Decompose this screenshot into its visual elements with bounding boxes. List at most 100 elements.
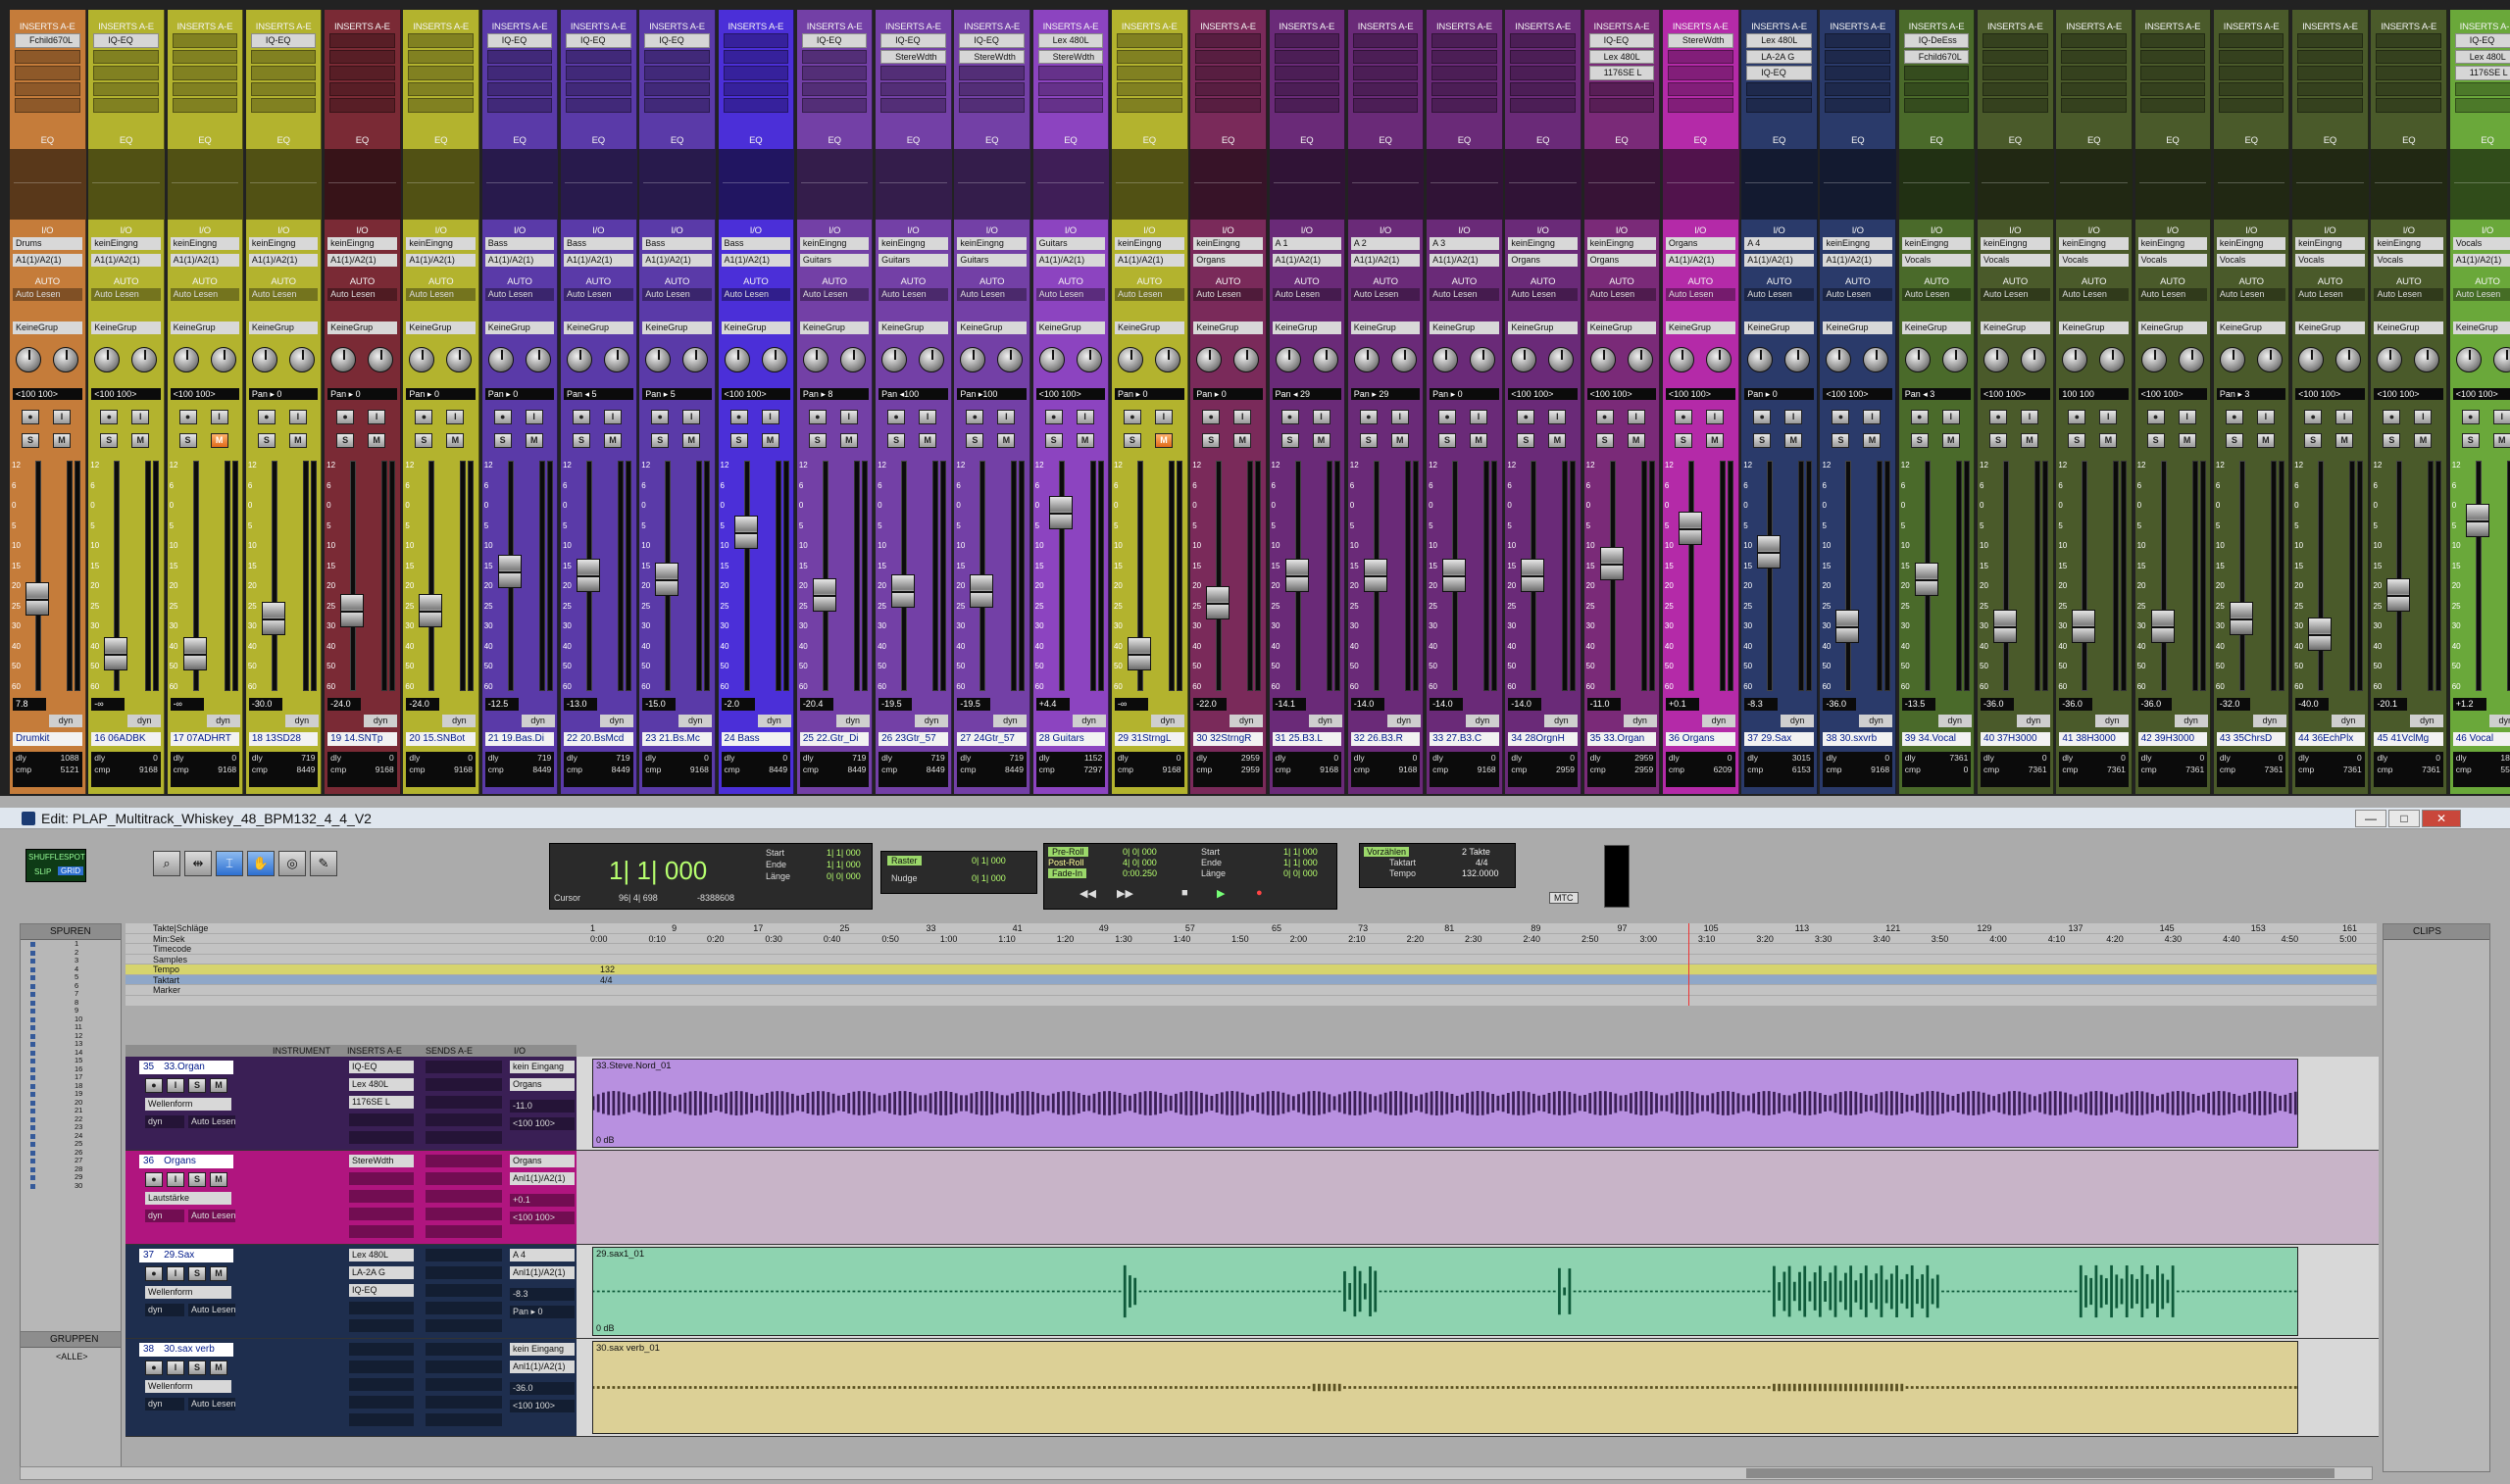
eq-curve-display[interactable] bbox=[88, 149, 164, 220]
track-list-item[interactable]: 1 bbox=[21, 939, 121, 949]
automation-mode-selector[interactable]: Auto Lesen bbox=[1981, 288, 2050, 301]
output-selector[interactable]: Guitars bbox=[957, 254, 1027, 267]
grabber-tool-icon[interactable]: ✋ bbox=[247, 851, 275, 876]
volume-fader[interactable] bbox=[2308, 618, 2333, 651]
eq-curve-display[interactable] bbox=[639, 149, 715, 220]
send-slot[interactable] bbox=[426, 1343, 502, 1356]
insert-slot[interactable] bbox=[250, 98, 317, 113]
insert-slot[interactable] bbox=[349, 1343, 414, 1356]
pan-knob-right[interactable] bbox=[1312, 347, 1338, 372]
input-button[interactable]: I bbox=[1941, 410, 1960, 424]
volume-readout[interactable]: -36.0 bbox=[1823, 698, 1857, 711]
eq-curve-display[interactable] bbox=[481, 149, 558, 220]
record-button[interactable]: ● bbox=[1123, 410, 1141, 424]
volume-fader[interactable] bbox=[104, 637, 128, 670]
postroll-value[interactable]: 4| 0| 000 bbox=[1123, 858, 1157, 867]
volume-readout[interactable]: -36.0 bbox=[2137, 698, 2172, 711]
volume-fader[interactable] bbox=[2072, 610, 2096, 643]
eq-curve-display[interactable] bbox=[1978, 149, 2053, 220]
volume-readout[interactable]: -13.5 bbox=[1901, 698, 1935, 711]
record-button[interactable]: ● bbox=[1517, 410, 1535, 424]
volume-fader[interactable] bbox=[1206, 586, 1230, 619]
audio-clip[interactable]: 33.Steve.Nord_01 0 dB bbox=[592, 1059, 2298, 1148]
automation-mode-selector[interactable]: Auto Lesen bbox=[2374, 288, 2444, 301]
solo-button[interactable]: S bbox=[1517, 433, 1535, 448]
pan-knob-left[interactable] bbox=[2219, 347, 2245, 372]
track-name[interactable]: 16 06ADBK bbox=[91, 732, 161, 746]
dyn-button[interactable]: dyn bbox=[1859, 715, 1893, 727]
pan-knob-right[interactable] bbox=[446, 347, 473, 372]
volume-fader[interactable] bbox=[261, 602, 285, 635]
input-selector[interactable]: A 4 bbox=[510, 1249, 575, 1261]
spot-mode[interactable]: SPOT bbox=[64, 853, 85, 862]
volume-fader[interactable] bbox=[970, 574, 994, 608]
insert-slot[interactable] bbox=[329, 98, 395, 113]
input-selector[interactable]: keinEingng bbox=[91, 237, 161, 250]
volume-fader[interactable] bbox=[1127, 637, 1151, 670]
shuffle-mode[interactable]: SHUFFLE bbox=[28, 853, 64, 862]
output-selector[interactable]: A1(1)/A2(1) bbox=[1035, 254, 1106, 267]
insert-slot[interactable]: IQ-EQ bbox=[644, 33, 710, 48]
insert-slot[interactable] bbox=[565, 81, 631, 96]
insert-slot[interactable] bbox=[15, 98, 80, 113]
eq-curve-display[interactable] bbox=[2213, 149, 2289, 220]
pan-knob-right[interactable] bbox=[603, 347, 629, 372]
dyn-button[interactable]: dyn bbox=[206, 715, 240, 727]
insert-slot[interactable] bbox=[565, 49, 631, 64]
output-selector[interactable]: Organs bbox=[1586, 254, 1657, 267]
track-name[interactable]: 28 Guitars bbox=[1035, 732, 1106, 746]
dyn-button[interactable]: dyn bbox=[364, 715, 398, 727]
pan-knob-left[interactable] bbox=[1826, 347, 1852, 372]
input-button[interactable]: I bbox=[167, 1172, 184, 1187]
track-list-item[interactable]: 5 bbox=[21, 972, 121, 982]
meter-value[interactable]: 4/4 bbox=[1476, 858, 1488, 867]
group-selector[interactable]: KeineGrup bbox=[1823, 322, 1893, 334]
insert-slot[interactable] bbox=[2218, 66, 2284, 80]
input-button[interactable]: I bbox=[682, 410, 701, 424]
track-list-item[interactable]: 24 bbox=[21, 1131, 121, 1141]
solo-button[interactable]: S bbox=[1595, 433, 1614, 448]
insert-slot[interactable] bbox=[329, 49, 395, 64]
track-list-item[interactable]: 9 bbox=[21, 1006, 121, 1015]
insert-slot[interactable] bbox=[1116, 81, 1182, 96]
insert-slot[interactable] bbox=[1274, 81, 1340, 96]
insert-slot[interactable] bbox=[93, 81, 159, 96]
pan-knob-left[interactable] bbox=[1589, 347, 1616, 372]
grid-mode[interactable]: GRID bbox=[58, 866, 83, 875]
track-list-item[interactable]: 14 bbox=[21, 1048, 121, 1058]
insert-slot[interactable] bbox=[880, 66, 946, 80]
eq-curve-display[interactable] bbox=[954, 149, 1029, 220]
volume-fader[interactable] bbox=[812, 578, 836, 612]
track-list-item[interactable]: 11 bbox=[21, 1022, 121, 1032]
automation-mode[interactable]: Auto Lesen bbox=[188, 1304, 235, 1316]
volume-readout[interactable]: -36.0 bbox=[2059, 698, 2093, 711]
volume-readout[interactable]: -14.0 bbox=[1350, 698, 1384, 711]
record-button[interactable]: ● bbox=[1910, 410, 1929, 424]
pan-knob-left[interactable] bbox=[1511, 347, 1537, 372]
automation-mode-selector[interactable]: Auto Lesen bbox=[91, 288, 161, 301]
dyn-button[interactable]: dyn bbox=[2410, 715, 2444, 727]
insert-slot[interactable] bbox=[486, 49, 553, 64]
volume-readout[interactable]: -19.5 bbox=[878, 698, 913, 711]
group-selector[interactable]: KeineGrup bbox=[563, 322, 633, 334]
insert-slot[interactable] bbox=[1667, 81, 1733, 96]
mute-button[interactable]: M bbox=[682, 433, 701, 448]
automation-mode-selector[interactable]: Auto Lesen bbox=[1193, 288, 1263, 301]
insert-slot[interactable] bbox=[349, 1302, 414, 1314]
track-list-item[interactable]: 10 bbox=[21, 1014, 121, 1024]
output-selector[interactable]: A1(1)/A2(1) bbox=[91, 254, 161, 267]
insert-slot[interactable]: Lex 480L bbox=[349, 1078, 414, 1091]
volume-readout[interactable]: +0.1 bbox=[1665, 698, 1699, 711]
mute-button[interactable]: M bbox=[446, 433, 465, 448]
group-selector[interactable]: KeineGrup bbox=[170, 322, 240, 334]
automation-mode-selector[interactable]: Auto Lesen bbox=[13, 288, 82, 301]
track-name[interactable]: 25 22.Gtr_Di bbox=[799, 732, 870, 746]
record-button[interactable]: ● bbox=[2068, 410, 2086, 424]
insert-slot[interactable] bbox=[1983, 33, 2048, 48]
dyn-button[interactable]: dyn bbox=[835, 715, 870, 727]
insert-slot[interactable] bbox=[349, 1396, 414, 1409]
track-list-item[interactable]: 16 bbox=[21, 1064, 121, 1074]
pan-knob-right[interactable] bbox=[2335, 347, 2362, 372]
track-list-item[interactable]: 30 bbox=[21, 1181, 121, 1191]
insert-slot[interactable] bbox=[93, 98, 159, 113]
